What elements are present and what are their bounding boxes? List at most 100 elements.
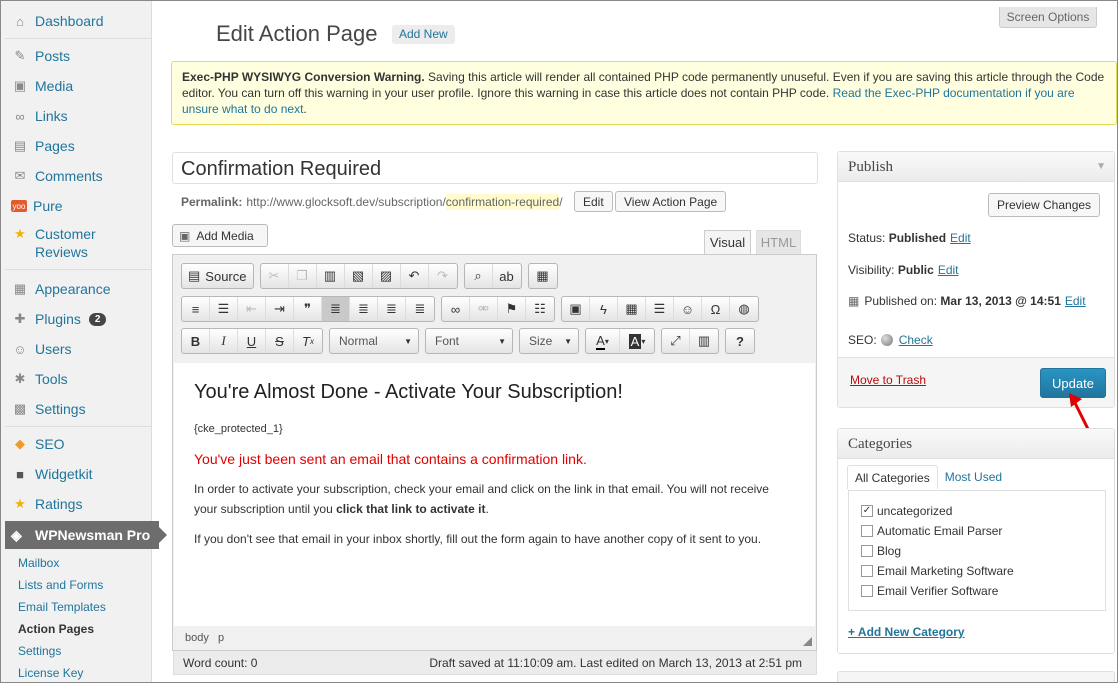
submenu-action-pages[interactable]: Action Pages (5, 618, 151, 640)
sidebar-item-settings[interactable]: ▩ Settings (5, 395, 151, 423)
list-item[interactable]: Automatic Email Parser (861, 521, 1105, 541)
sidebar-item-links[interactable]: ∞ Links (5, 102, 151, 130)
checkbox[interactable] (861, 585, 873, 597)
page-break-icon[interactable]: ☷ (526, 297, 554, 321)
horizontal-rule-icon[interactable]: ☰ (646, 297, 674, 321)
post-title-input[interactable]: Confirmation Required (172, 152, 818, 184)
sidebar-item-customer-reviews[interactable]: ★ Customer Reviews (5, 225, 151, 263)
checkbox[interactable] (861, 525, 873, 537)
find-icon[interactable]: ⌕ (465, 264, 493, 288)
paste-word-icon[interactable]: ▨ (373, 264, 401, 288)
sidebar-item-plugins[interactable]: ✚ Plugins 2 (5, 305, 151, 333)
seo-check-link[interactable]: Check (899, 333, 933, 347)
editor-content[interactable]: You're Almost Done - Activate Your Subsc… (174, 363, 815, 626)
move-to-trash-link[interactable]: Move to Trash (850, 373, 926, 387)
list-item[interactable]: Blog (861, 541, 1105, 561)
strikethrough-icon[interactable]: S (266, 329, 294, 353)
align-right-icon[interactable]: ≣ (378, 297, 406, 321)
special-char-icon[interactable]: Ω (702, 297, 730, 321)
undo-icon[interactable]: ↶ (401, 264, 429, 288)
unlink-icon[interactable]: ⚮ (470, 297, 498, 321)
paste-icon[interactable]: ▥ (317, 264, 345, 288)
maximize-icon[interactable]: ⤢ (662, 329, 690, 353)
add-media-button[interactable]: ▣ Add Media (172, 224, 268, 247)
list-item[interactable]: Email Marketing Software (861, 561, 1105, 581)
sidebar-item-dashboard[interactable]: ⌂ Dashboard (5, 7, 151, 35)
sidebar-item-widgetkit[interactable]: ■ Widgetkit (5, 460, 151, 488)
bold-icon[interactable]: B (182, 329, 210, 353)
tab-all-categories[interactable]: All Categories (847, 465, 938, 489)
add-new-category-link[interactable]: + Add New Category (848, 625, 965, 639)
bulleted-list-icon[interactable]: ☰ (210, 297, 238, 321)
link-icon[interactable]: ∞ (442, 297, 470, 321)
list-item[interactable]: Email Verifier Software (861, 581, 1105, 601)
edit-status-link[interactable]: Edit (950, 231, 971, 245)
sidebar-item-seo[interactable]: ◆ SEO (5, 430, 151, 458)
anchor-flag-icon[interactable]: ⚑ (498, 297, 526, 321)
format-select[interactable]: Normal ▼ (329, 328, 419, 354)
sidebar-item-ratings[interactable]: ★ Ratings (5, 490, 151, 518)
iframe-globe-icon[interactable]: ◍ (730, 297, 758, 321)
tab-visual[interactable]: Visual (704, 230, 751, 255)
publish-box-header[interactable]: Publish ▼ (838, 152, 1114, 182)
collapse-arrow-icon[interactable]: ▼ (1096, 152, 1106, 182)
cut-icon[interactable]: ✂ (261, 264, 289, 288)
numbered-list-icon[interactable]: ≡ (182, 297, 210, 321)
resize-handle-icon[interactable] (803, 637, 812, 646)
preview-changes-button[interactable]: Preview Changes (988, 193, 1101, 217)
submenu-mailbox[interactable]: Mailbox (5, 552, 151, 574)
checkbox[interactable] (861, 565, 873, 577)
italic-icon[interactable]: I (210, 329, 238, 353)
select-all-icon[interactable]: ▦ (529, 264, 557, 288)
screen-options-button[interactable]: Screen Options (999, 7, 1097, 28)
submenu-license-key[interactable]: License Key (5, 662, 151, 682)
paste-text-icon[interactable]: ▧ (345, 264, 373, 288)
sidebar-item-media[interactable]: ▣ Media (5, 72, 151, 100)
show-blocks-icon[interactable]: ▥ (690, 329, 718, 353)
indent-icon[interactable]: ⇥ (266, 297, 294, 321)
sidebar-item-pages[interactable]: ▤ Pages (5, 132, 151, 160)
sidebar-item-appearance[interactable]: ▦ Appearance (5, 275, 151, 303)
sidebar-item-posts[interactable]: ✎ Posts (5, 42, 151, 70)
underline-icon[interactable]: U (238, 329, 266, 353)
justify-icon[interactable]: ≣ (406, 297, 434, 321)
align-center-icon[interactable]: ≣ (350, 297, 378, 321)
list-item[interactable]: ✓ uncategorized (861, 501, 1105, 521)
sidebar-item-wpnewsman-pro[interactable]: ◈ WPNewsman Pro (5, 521, 167, 549)
checkbox[interactable] (861, 545, 873, 557)
sidebar-item-users[interactable]: ☺ Users (5, 335, 151, 363)
categories-box-header[interactable]: Categories (838, 429, 1114, 459)
blockquote-icon[interactable]: ❞ (294, 297, 322, 321)
text-color-icon[interactable]: A ▾ (586, 329, 620, 353)
flash-icon[interactable]: ϟ (590, 297, 618, 321)
copy-icon[interactable]: ❐ (289, 264, 317, 288)
align-left-icon[interactable]: ≣ (322, 297, 350, 321)
tab-most-used[interactable]: Most Used (938, 465, 1009, 489)
source-button[interactable]: ▤ Source (182, 264, 253, 288)
tab-html[interactable]: HTML (756, 230, 801, 255)
table-icon[interactable]: ▦ (618, 297, 646, 321)
add-new-button[interactable]: Add New (392, 25, 455, 44)
permalink-slug[interactable]: confirmation-required (445, 194, 560, 210)
submenu-email-templates[interactable]: Email Templates (5, 596, 151, 618)
checkbox-checked-icon[interactable]: ✓ (861, 505, 873, 517)
remove-format-icon[interactable]: Tx (294, 329, 322, 353)
bg-color-icon[interactable]: A ▾ (620, 329, 654, 353)
help-icon[interactable]: ? (726, 329, 754, 353)
edit-visibility-link[interactable]: Edit (938, 263, 959, 277)
sidebar-item-tools[interactable]: ✱ Tools (5, 365, 151, 393)
redo-icon[interactable]: ↷ (429, 264, 457, 288)
image-icon[interactable]: ▣ (562, 297, 590, 321)
submenu-settings[interactable]: Settings (5, 640, 151, 662)
size-select[interactable]: Size ▼ (519, 328, 579, 354)
sidebar-item-comments[interactable]: ✉ Comments (5, 162, 151, 190)
edit-date-link[interactable]: Edit (1065, 294, 1086, 308)
smiley-icon[interactable]: ☺ (674, 297, 702, 321)
sidebar-item-pure[interactable]: yoo Pure (5, 192, 151, 220)
edit-permalink-button[interactable]: Edit (574, 191, 613, 212)
view-action-page-button[interactable]: View Action Page (615, 191, 727, 212)
element-path[interactable]: body p (185, 632, 224, 644)
outdent-icon[interactable]: ⇤ (238, 297, 266, 321)
submenu-lists-and-forms[interactable]: Lists and Forms (5, 574, 151, 596)
font-select[interactable]: Font ▼ (425, 328, 513, 354)
